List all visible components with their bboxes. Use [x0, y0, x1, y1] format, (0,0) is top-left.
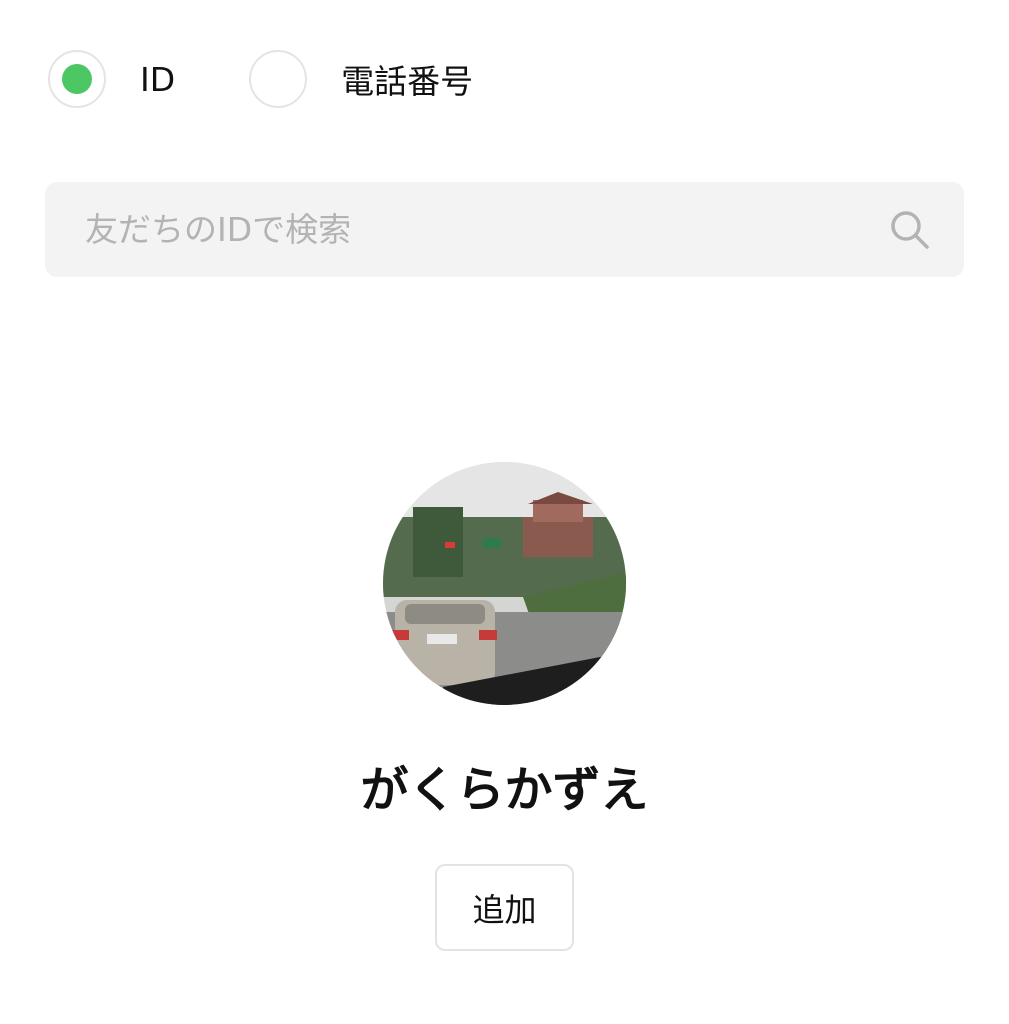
- add-friend-screen: ID 電話番号 友だちのIDで検索 がくらかずえ 追加: [0, 0, 1009, 1024]
- search-mode-selector: ID 電話番号: [48, 48, 473, 110]
- radio-id[interactable]: [48, 50, 106, 108]
- search-input[interactable]: [45, 181, 888, 278]
- radio-option-id[interactable]: ID: [48, 50, 249, 108]
- radio-option-phone[interactable]: 電話番号: [249, 50, 473, 108]
- radio-selected-dot: [62, 64, 92, 94]
- radio-phone[interactable]: [249, 50, 308, 108]
- add-friend-button[interactable]: 追加: [435, 864, 574, 951]
- search-icon[interactable]: [888, 208, 932, 252]
- radio-label-id: ID: [140, 59, 176, 99]
- radio-label-phone: 電話番号: [341, 62, 474, 101]
- profile-name: がくらかずえ: [360, 762, 649, 818]
- profile-photo: [383, 462, 626, 705]
- avatar[interactable]: [383, 462, 626, 705]
- search-bar: [45, 181, 964, 278]
